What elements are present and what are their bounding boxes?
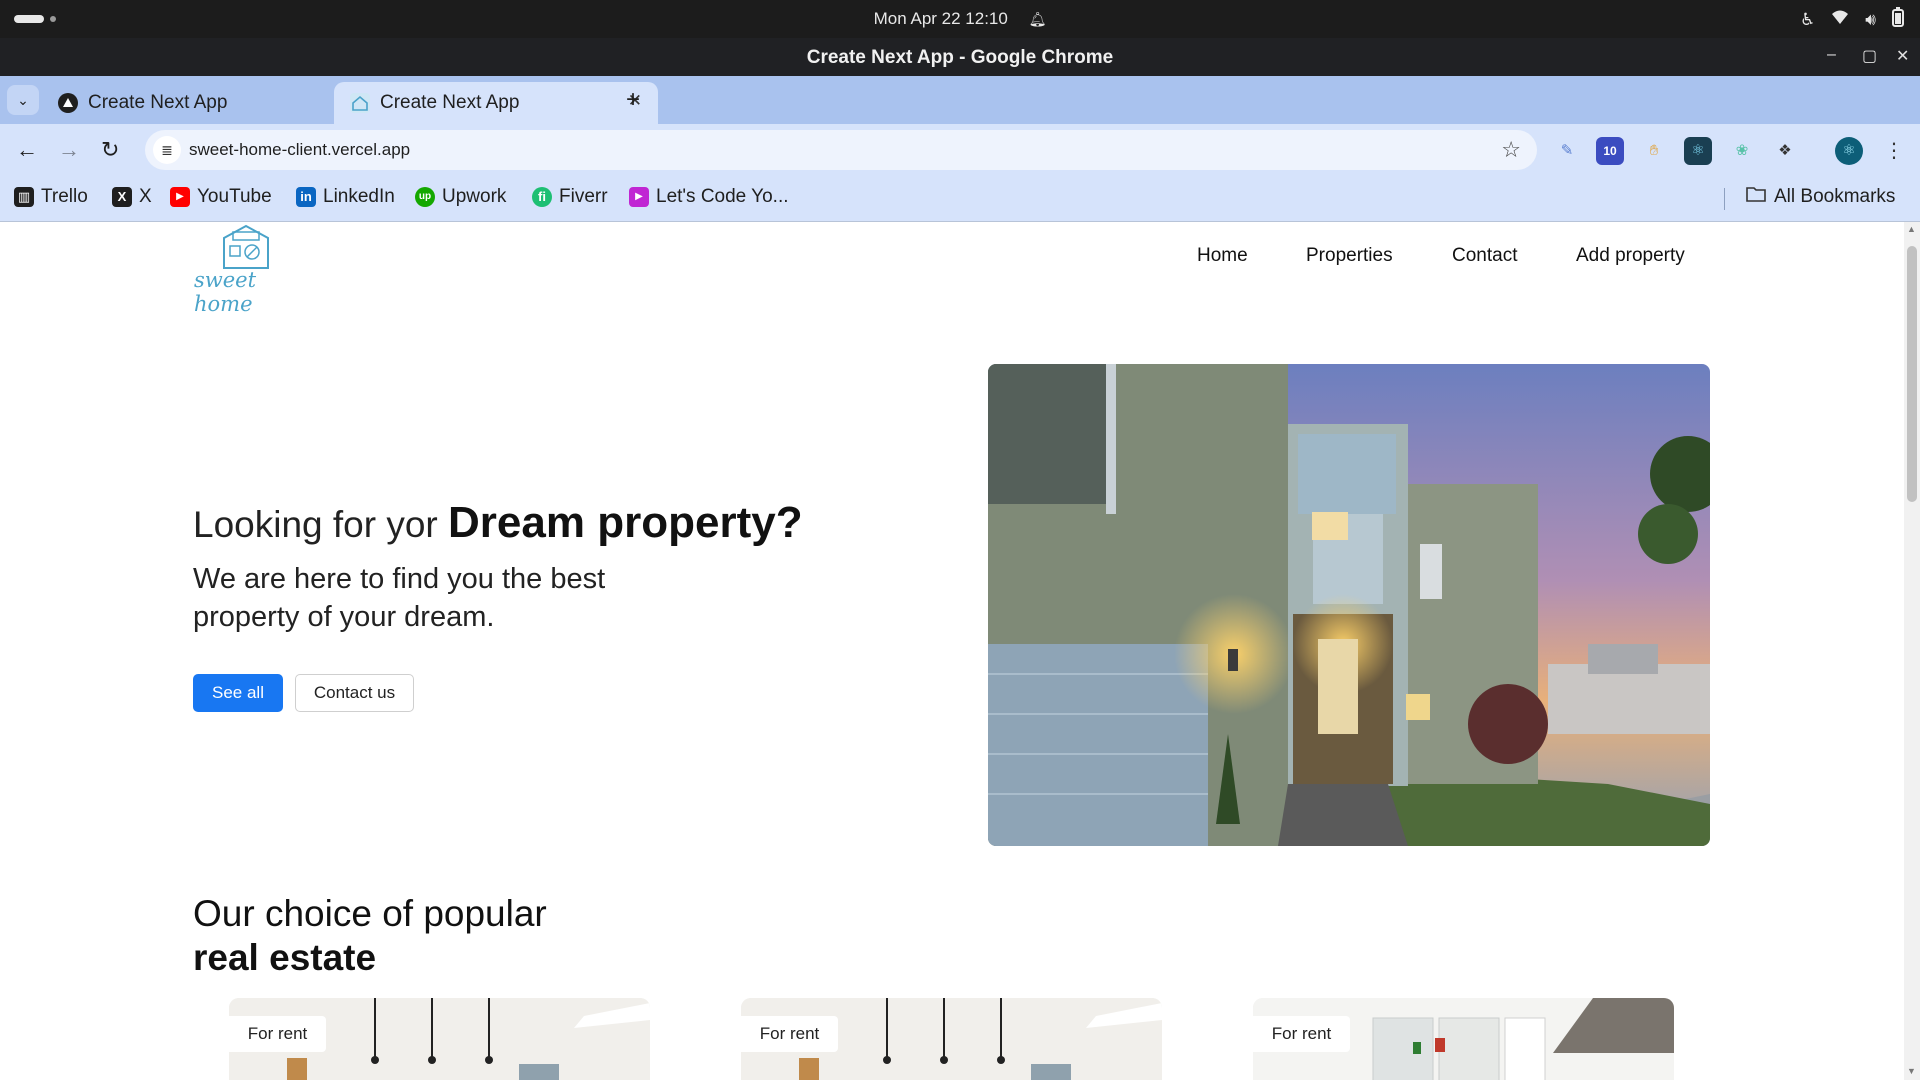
hero-subtitle: We are here to find you the best propert… (193, 563, 606, 633)
x-icon: X (112, 187, 132, 207)
contact-us-button[interactable]: Contact us (295, 674, 414, 712)
colorful-extension-icon[interactable]: ❀ (1728, 137, 1756, 165)
triangle-icon (58, 93, 78, 113)
hero-title: Looking for yor Dream property? (193, 498, 803, 548)
bookmark-linkedin[interactable]: in LinkedIn (296, 186, 395, 208)
nav-home[interactable]: Home (1197, 245, 1248, 267)
pen-extension-icon[interactable]: ✎ (1553, 137, 1581, 165)
clock-text: Mon Apr 22 12:10 (873, 9, 1008, 28)
tab-create-next-app-2[interactable]: Create Next App ✕ (334, 82, 658, 124)
nav-add-property[interactable]: Add property (1576, 245, 1685, 267)
wifi-icon[interactable] (1831, 9, 1849, 30)
window-titlebar: Create Next App - Google Chrome – ▢ ✕ (0, 38, 1920, 76)
url-text[interactable]: sweet-home-client.vercel.app (189, 140, 410, 160)
chevron-down-icon: ⌄ (17, 92, 29, 108)
maximize-icon[interactable]: ▢ (1862, 46, 1877, 66)
hand-extension-icon[interactable]: ✋︎ (1640, 137, 1668, 165)
for-rent-badge: For rent (229, 1016, 326, 1052)
linkedin-icon: in (296, 187, 316, 207)
house-icon (350, 93, 370, 113)
puzzle-extensions-icon[interactable]: ❖ (1771, 137, 1799, 165)
badge-extension-icon[interactable]: 10 (1596, 137, 1624, 165)
tab-strip: ⌄ Create Next App ✕ Create Next App ✕ + (0, 76, 1920, 124)
system-tray[interactable]: ♿︎ 🔊︎ (1800, 7, 1904, 32)
for-rent-badge: For rent (741, 1016, 838, 1052)
hero-house-image (988, 364, 1710, 846)
scroll-up-icon[interactable]: ▲ (1907, 224, 1916, 234)
reload-icon[interactable]: ↻ (101, 137, 119, 163)
logo-text: sweet home (194, 268, 257, 316)
all-bookmarks-button[interactable]: All Bookmarks (1746, 186, 1895, 208)
hero-title-bold: Dream property? (448, 498, 803, 547)
site-logo[interactable]: sweet home (192, 224, 302, 316)
bookmark-fiverr[interactable]: fi Fiverr (532, 186, 608, 208)
bookmark-x[interactable]: X X (112, 186, 152, 208)
bell-icon: 🔔︎ (1028, 11, 1047, 27)
back-icon[interactable]: ← (16, 137, 38, 163)
scrollbar-thumb[interactable] (1907, 246, 1917, 502)
forward-icon[interactable]: → (58, 137, 80, 163)
youtube-icon: ▶ (170, 187, 190, 207)
bookmark-label: Let's Code Yo... (656, 186, 789, 207)
bookmark-label: Trello (41, 186, 88, 207)
browser-toolbar: ← → ↻ ≣ sweet-home-client.vercel.app ☆ ✎… (0, 124, 1920, 178)
page-scrollbar[interactable]: ▲ ▼ (1904, 222, 1920, 1080)
volume-icon[interactable]: 🔊︎ (1865, 10, 1876, 30)
section-title-line2: real estate (193, 937, 377, 978)
tab-search-button[interactable]: ⌄ (7, 85, 39, 115)
bookmark-label: Upwork (442, 186, 507, 207)
tab-label: Create Next App (380, 92, 520, 113)
folder-icon (1746, 186, 1766, 208)
nav-contact[interactable]: Contact (1452, 245, 1517, 267)
bookmark-upwork[interactable]: up Upwork (415, 186, 506, 208)
bookmark-label: YouTube (197, 186, 272, 207)
os-top-bar: Mon Apr 22 12:10 🔔︎ ♿︎ 🔊︎ (0, 0, 1920, 38)
bookmark-star-icon[interactable]: ☆ (1501, 137, 1521, 163)
bookmark-trello[interactable]: ▥ Trello (14, 186, 88, 208)
nav-properties[interactable]: Properties (1306, 245, 1393, 267)
bookmark-label: X (139, 186, 152, 207)
property-card[interactable]: For rent (1253, 998, 1674, 1080)
new-tab-icon[interactable]: + (626, 86, 640, 114)
bookmark-youtube[interactable]: ▶ YouTube (170, 186, 272, 208)
clock[interactable]: Mon Apr 22 12:10 🔔︎ (0, 9, 1920, 29)
fiverr-icon: fi (532, 187, 552, 207)
tab-label: Create Next App (88, 92, 228, 113)
section-title-line1: Our choice of popular (193, 893, 547, 934)
minimize-icon[interactable]: – (1827, 46, 1836, 64)
see-all-button[interactable]: See all (193, 674, 283, 712)
property-card[interactable]: For rent (741, 998, 1162, 1080)
bookmarks-divider (1724, 188, 1725, 210)
upwork-icon: up (415, 187, 435, 207)
bookmark-label: LinkedIn (323, 186, 395, 207)
react-devtools-icon[interactable]: ⚛ (1684, 137, 1712, 165)
web-page: sweet home Home Properties Contact Add p… (0, 222, 1920, 1080)
section-title: Our choice of popular real estate (193, 892, 547, 980)
for-rent-badge: For rent (1253, 1016, 1350, 1052)
hero-title-prefix: Looking for yor (193, 504, 438, 545)
close-window-icon[interactable]: ✕ (1896, 46, 1909, 66)
extension-badge-count: 10 (1603, 144, 1617, 158)
property-card[interactable]: For rent (229, 998, 650, 1080)
bookmark-lets-code[interactable]: ▶ Let's Code Yo... (629, 186, 789, 208)
bookmarks-bar: ▥ Trello X X ▶ YouTube in LinkedIn up Up… (0, 178, 1920, 222)
accessibility-icon[interactable]: ♿︎ (1800, 10, 1815, 30)
code-icon: ▶ (629, 187, 649, 207)
tab-create-next-app-1[interactable]: Create Next App ✕ (42, 82, 366, 124)
more-menu-icon[interactable]: ⋮ (1880, 137, 1908, 165)
battery-icon[interactable] (1892, 7, 1904, 32)
site-info-icon[interactable]: ≣ (153, 136, 181, 164)
profile-avatar-icon[interactable]: ⚛ (1835, 137, 1863, 165)
scroll-down-icon[interactable]: ▼ (1907, 1066, 1916, 1076)
window-title: Create Next App - Google Chrome (806, 47, 1114, 68)
house-logo-icon (223, 224, 269, 269)
all-bookmarks-label: All Bookmarks (1774, 186, 1896, 207)
address-bar[interactable]: ≣ sweet-home-client.vercel.app ☆ (145, 130, 1537, 170)
bookmark-label: Fiverr (559, 186, 608, 207)
trello-icon: ▥ (14, 187, 34, 207)
